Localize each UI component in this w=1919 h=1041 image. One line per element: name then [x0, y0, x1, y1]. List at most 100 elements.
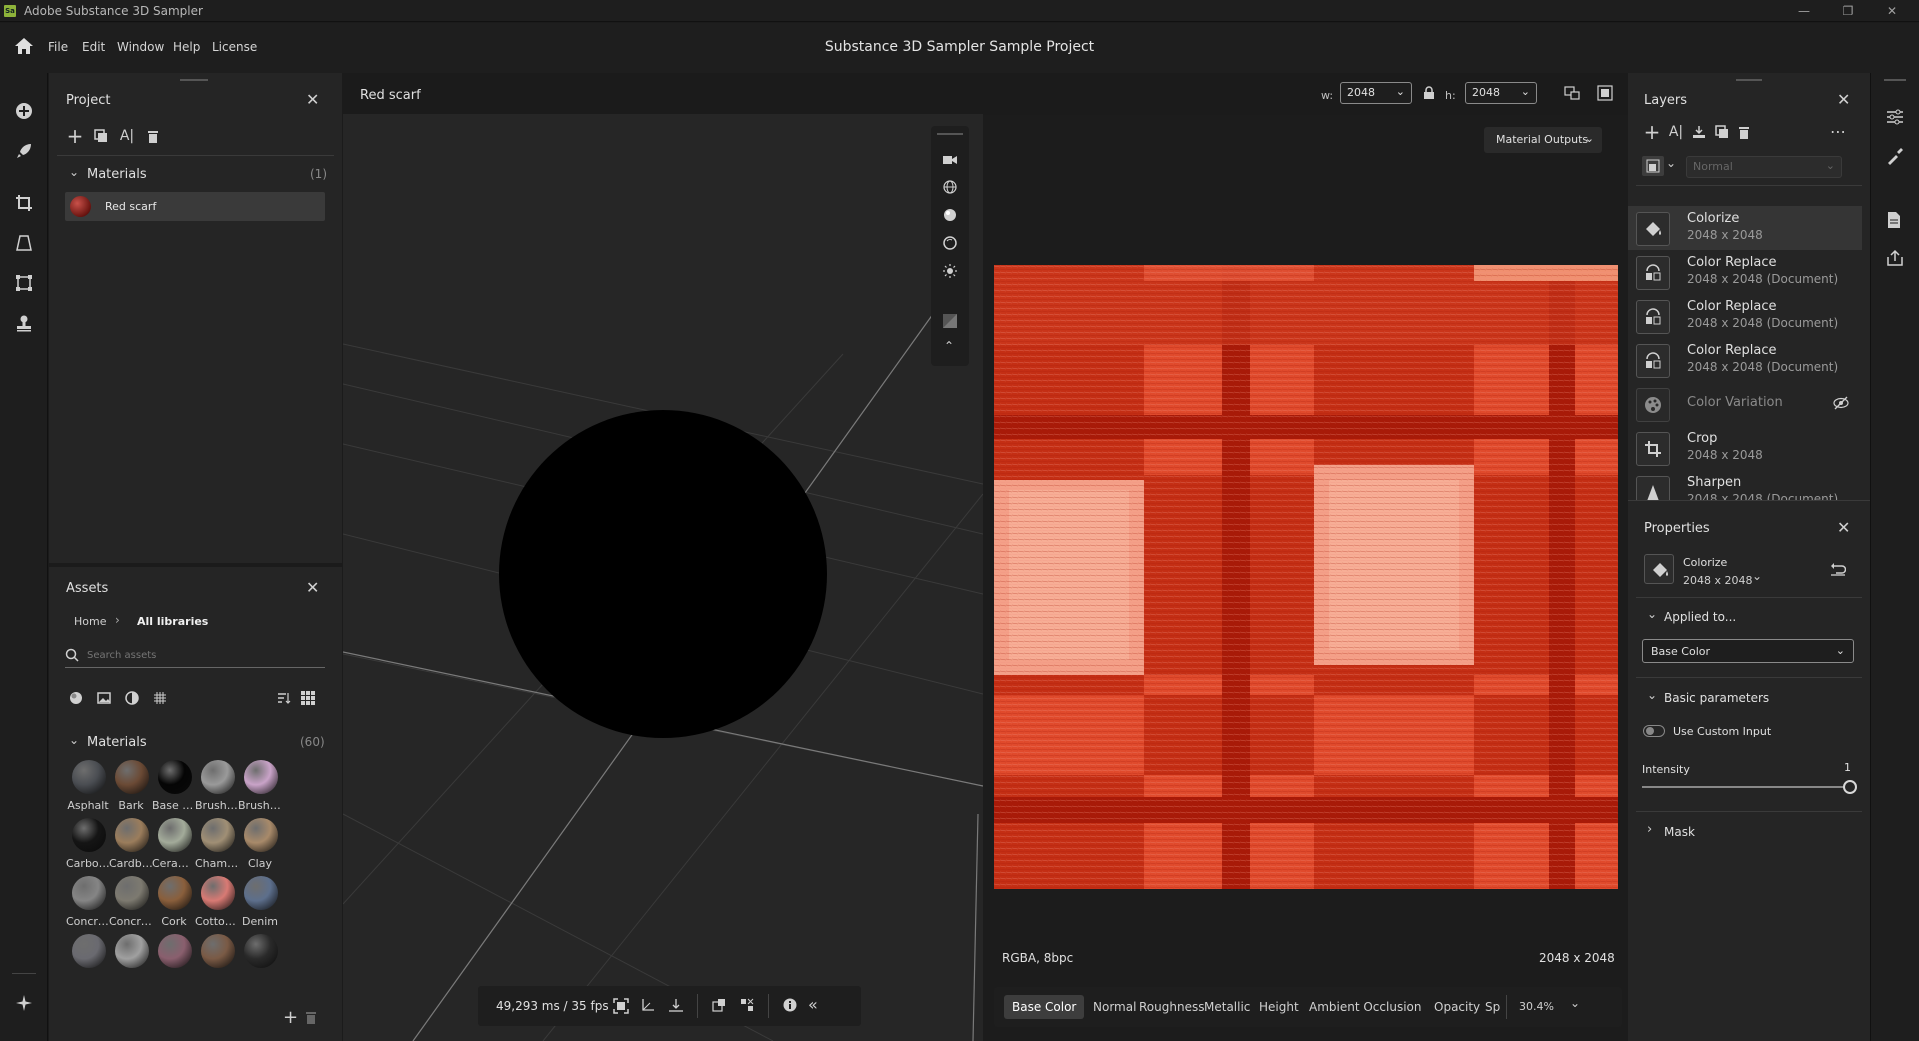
split-view-icon[interactable]: [1564, 86, 1580, 103]
height-dropdown[interactable]: 2048 ⌄: [1465, 82, 1537, 104]
eyedropper-icon[interactable]: [1886, 147, 1904, 168]
search-assets[interactable]: [65, 644, 325, 668]
close-layers-icon[interactable]: ✕: [1837, 90, 1850, 109]
camera-icon[interactable]: [943, 154, 957, 168]
chevron-right-icon[interactable]: ›: [1647, 822, 1652, 837]
filter-materials-icon[interactable]: [67, 689, 85, 707]
rename-icon[interactable]: A|: [118, 127, 136, 145]
layer-sharpen[interactable]: Sharpen 2048 x 2048 (Document): [1628, 470, 1862, 500]
layer-colorize[interactable]: Colorize 2048 x 2048: [1628, 206, 1862, 250]
crop-tool-icon[interactable]: [12, 191, 36, 215]
chevron-down-icon[interactable]: ⌄: [1752, 569, 1762, 583]
checker-icon[interactable]: [943, 314, 957, 331]
breadcrumb-home[interactable]: Home: [74, 615, 106, 628]
material-ball-thumb[interactable]: [72, 934, 106, 968]
duplicate-layer-icon[interactable]: [1713, 123, 1731, 141]
restore-icon[interactable]: ❐: [1836, 2, 1860, 20]
width-dropdown[interactable]: 2048 ⌄: [1340, 82, 1412, 104]
close-window-icon[interactable]: ✕: [1880, 2, 1904, 20]
document-icon[interactable]: [1886, 211, 1902, 232]
asset-material-item[interactable]: Brushe...: [195, 760, 241, 812]
export-view-icon[interactable]: [712, 998, 726, 1015]
filter-atlas-icon[interactable]: [151, 689, 169, 707]
search-input[interactable]: [87, 646, 317, 664]
channel-roughness[interactable]: Roughness: [1139, 1000, 1204, 1014]
breadcrumb-current[interactable]: All libraries: [137, 615, 208, 628]
asset-material-item[interactable]: Denim: [238, 876, 284, 928]
channel-height[interactable]: Height: [1259, 1000, 1299, 1014]
asset-material-item[interactable]: Cardbo...: [109, 818, 155, 870]
rename-layer-icon[interactable]: A|: [1667, 123, 1685, 141]
collapse-left-icon[interactable]: «: [808, 995, 818, 1014]
rocket-icon[interactable]: [12, 139, 36, 163]
add-asset-icon[interactable]: +: [283, 1007, 298, 1028]
delete-layer-icon[interactable]: [1735, 123, 1753, 141]
texture-view[interactable]: Material Outputs ⌄ RGBA, 8bpc 2048 x 204…: [983, 115, 1628, 1041]
tiling-icon[interactable]: [740, 998, 754, 1015]
material-ball-icon[interactable]: [943, 208, 957, 225]
asset-material-item[interactable]: Ceramic: [152, 818, 198, 870]
add-material-icon[interactable]: +: [66, 124, 84, 148]
add-layer-icon[interactable]: +: [1643, 120, 1661, 144]
share-export-icon[interactable]: [1886, 249, 1904, 270]
asset-material-item[interactable]: Brushe...: [238, 760, 284, 812]
delete-icon[interactable]: [144, 127, 162, 145]
asset-material-item[interactable]: Chamb...: [195, 818, 241, 870]
channel-opacity[interactable]: Opacity: [1434, 1000, 1480, 1014]
asset-material-item[interactable]: Cotton ...: [195, 876, 241, 928]
layer-group-icon[interactable]: [1642, 156, 1664, 176]
blend-mode-dropdown[interactable]: Normal ⌄: [1686, 156, 1842, 178]
channel-ambient-occlusion[interactable]: Ambient Occlusion: [1309, 1000, 1421, 1014]
shading-icon[interactable]: [943, 236, 957, 253]
project-item-red-scarf[interactable]: Red scarf: [65, 192, 325, 221]
sort-icon[interactable]: [275, 689, 293, 707]
close-properties-icon[interactable]: ✕: [1837, 518, 1850, 537]
applied-to-dropdown[interactable]: Base Color ⌄: [1642, 639, 1854, 663]
asset-material-item[interactable]: Asphalt: [66, 760, 112, 812]
chevron-down-icon[interactable]: ⌄: [1570, 996, 1580, 1010]
layer-color-replace-1[interactable]: Color Replace 2048 x 2048 (Document): [1628, 250, 1862, 294]
ai-sparkle-icon[interactable]: [12, 991, 36, 1015]
frame-icon[interactable]: [613, 998, 629, 1017]
channel-specular[interactable]: Sp: [1485, 1000, 1500, 1014]
zoom-value[interactable]: 30.4%: [1519, 1000, 1554, 1013]
close-assets-icon[interactable]: ✕: [306, 578, 319, 597]
intensity-slider-handle[interactable]: [1843, 780, 1857, 794]
material-outputs-dropdown[interactable]: Material Outputs ⌄: [1484, 127, 1602, 153]
duplicate-icon[interactable]: [92, 127, 110, 145]
fit-view-icon[interactable]: [1597, 85, 1613, 104]
layer-color-replace-3[interactable]: Color Replace 2048 x 2048 (Document): [1628, 338, 1862, 382]
chevron-down-icon[interactable]: ⌄: [1666, 156, 1676, 170]
ground-icon[interactable]: [669, 998, 683, 1015]
grid-view-icon[interactable]: [299, 689, 317, 707]
axis-icon[interactable]: [641, 998, 655, 1015]
chevron-down-icon[interactable]: ⌄: [69, 733, 79, 747]
material-ball-thumb[interactable]: [201, 934, 235, 968]
asset-material-item[interactable]: Concret...: [66, 876, 112, 928]
layer-color-variation[interactable]: Color Variation: [1628, 382, 1862, 426]
intensity-slider[interactable]: [1642, 786, 1852, 788]
filter-images-icon[interactable]: [95, 689, 113, 707]
custom-input-toggle[interactable]: [1643, 725, 1665, 737]
close-project-icon[interactable]: ✕: [306, 90, 319, 109]
transform-icon[interactable]: [12, 271, 36, 295]
reset-icon[interactable]: [1830, 563, 1847, 580]
delete-asset-icon[interactable]: [305, 1010, 317, 1027]
perspective-icon[interactable]: [12, 231, 36, 255]
light-icon[interactable]: [943, 264, 957, 281]
material-ball-thumb[interactable]: [244, 934, 278, 968]
hidden-eye-icon[interactable]: [1833, 396, 1849, 413]
channel-base-color[interactable]: Base Color: [1004, 995, 1085, 1019]
collapse-up-icon[interactable]: ⌃: [944, 339, 954, 353]
stamp-icon[interactable]: [12, 311, 36, 335]
asset-material-item[interactable]: Cork: [152, 876, 198, 928]
chevron-down-icon[interactable]: ⌄: [69, 165, 79, 179]
asset-material-item[interactable]: Bark: [109, 760, 155, 812]
lock-icon[interactable]: [1423, 86, 1435, 103]
material-ball-thumb[interactable]: [115, 934, 149, 968]
layer-color-replace-2[interactable]: Color Replace 2048 x 2048 (Document): [1628, 294, 1862, 338]
asset-material-item[interactable]: Clay: [238, 818, 284, 870]
asset-material-item[interactable]: Base M...: [152, 760, 198, 812]
3d-viewport[interactable]: ⌃ 49,293 ms / 35 fps «: [343, 114, 983, 1041]
asset-material-item[interactable]: Carbon ...: [66, 818, 112, 870]
